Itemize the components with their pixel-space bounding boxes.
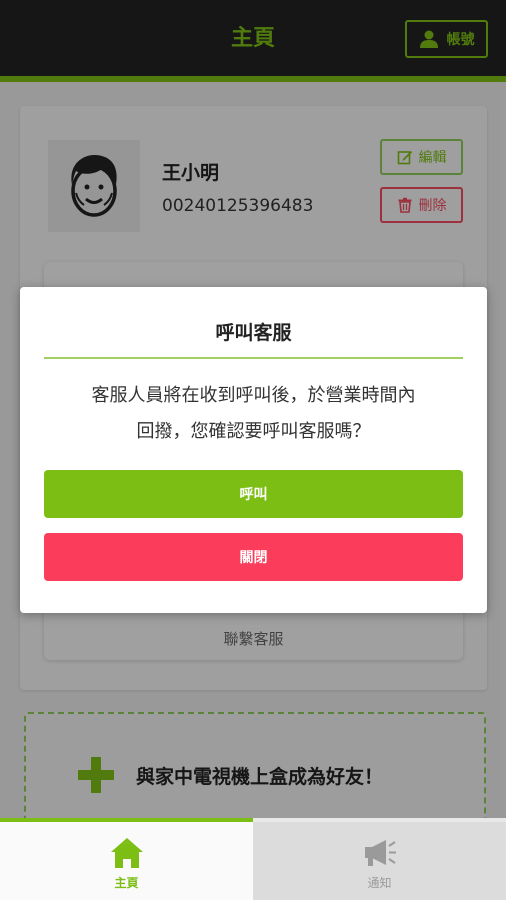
nav-item-home[interactable]: 主頁 xyxy=(0,822,253,900)
dialog-title: 呼叫客服 xyxy=(215,322,292,344)
nav-item-notifications[interactable]: 通知 xyxy=(253,822,506,900)
call-button[interactable]: 呼叫 xyxy=(44,470,463,518)
dialog-message-line-2: 回撥，您確認要呼叫客服嗎？ xyxy=(136,421,371,442)
dialog-message: 客服人員將在收到呼叫後，於營業時間內 回撥，您確認要呼叫客服嗎？ xyxy=(44,378,463,450)
close-button[interactable]: 關閉 xyxy=(44,533,463,581)
call-support-dialog: 呼叫客服 客服人員將在收到呼叫後，於營業時間內 回撥，您確認要呼叫客服嗎？ 呼叫… xyxy=(20,287,487,613)
home-icon xyxy=(110,838,143,868)
dialog-message-line-1: 客服人員將在收到呼叫後，於營業時間內 xyxy=(91,385,416,406)
nav-label-notifications: 通知 xyxy=(367,876,392,890)
megaphone-icon xyxy=(364,840,396,866)
nav-label-home: 主頁 xyxy=(114,876,139,890)
dialog-divider xyxy=(44,357,463,359)
